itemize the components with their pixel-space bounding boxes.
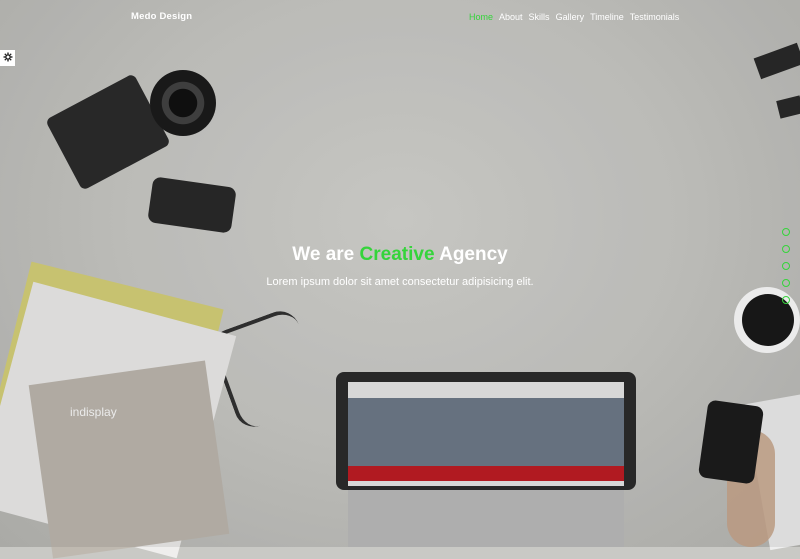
headline-suffix: Agency [439,244,508,265]
nav-item-skills[interactable]: Skills [529,12,550,22]
nav-item-timeline[interactable]: Timeline [590,12,624,22]
nav-menu: Home About Skills Gallery Timeline Testi… [469,12,679,22]
hero-subtitle: Lorem ipsum dolor sit amet consectetur a… [266,276,534,288]
headline-prefix: We are [292,244,355,265]
settings-button[interactable] [0,50,15,66]
gear-icon [3,49,13,67]
slider-dot[interactable] [782,296,790,304]
nav-item-home[interactable]: Home [469,12,493,22]
navbar: Medo Design Home About Skills Gallery Ti… [0,0,800,36]
slider-dot[interactable] [782,262,790,270]
nav-item-about[interactable]: About [499,12,523,22]
nav-item-gallery[interactable]: Gallery [556,12,585,22]
hero-headline: We are Creative Agency [0,244,800,266]
brand-logo[interactable]: Medo Design [131,11,192,22]
headline-accent: Creative [359,244,435,265]
slider-dot[interactable] [782,228,790,236]
hero-overlay [0,0,800,547]
slider-dots [782,228,790,313]
slider-dot[interactable] [782,279,790,287]
slider-dot[interactable] [782,245,790,253]
nav-item-testimonials[interactable]: Testimonials [630,12,680,22]
